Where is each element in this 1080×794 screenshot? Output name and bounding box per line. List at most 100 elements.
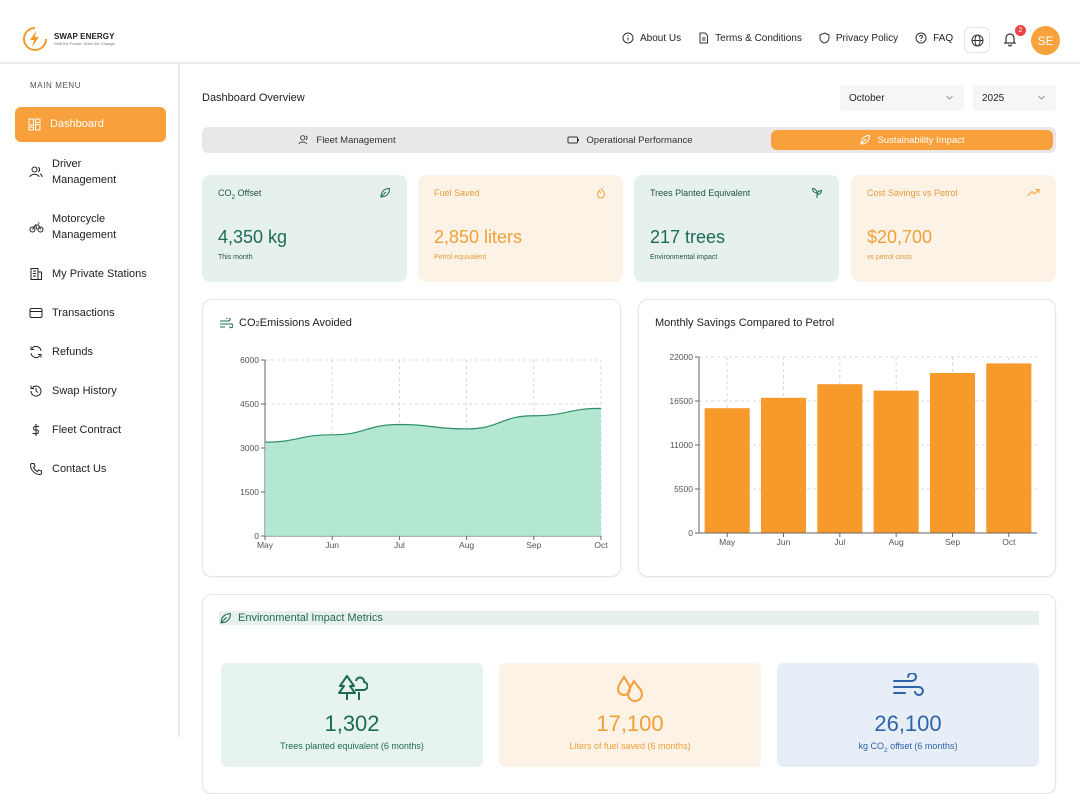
sidebar-item-transactions[interactable]: Transactions [15,304,166,320]
dashboard-tabs: Fleet Management Operational Performance… [202,127,1056,153]
x-tick-label: Sep [526,540,541,550]
sidebar-item-driver-management[interactable]: Driver Management [15,155,166,189]
help-icon [915,32,927,44]
sidebar-item-fleet-contract[interactable]: Fleet Contract [15,421,166,437]
y-tick-label: 22000 [669,352,693,362]
sidebar-item-label: Contact Us [52,461,106,477]
dollar-icon [29,423,43,437]
nav-about-us-label: About Us [640,33,681,44]
y-tick-label: 16500 [669,396,693,406]
tab-sustainability-impact[interactable]: Sustainability Impact [771,130,1053,150]
co2-area-chart: 01500300045006000MayJunJulAugSepOct [203,300,622,578]
stat-trees-planted: Trees Planted Equivalent 217 trees Envir… [634,175,839,282]
x-tick-label: Jul [394,540,405,550]
nav-privacy[interactable]: Privacy Policy [819,32,898,44]
shield-icon [819,32,830,44]
stat-label: CO2 Offset [218,188,261,201]
users-icon [298,134,310,146]
savings-bar-chart: 05500110001650022000MayJunJulAugSepOct [639,300,1057,578]
x-tick-label: Oct [1002,537,1016,547]
metric-label: Trees planted equivalent (6 months) [221,741,483,751]
y-tick-label: 11000 [670,440,693,450]
language-button[interactable] [964,27,990,53]
nav-privacy-label: Privacy Policy [836,33,898,44]
y-tick-label: 3000 [240,443,259,453]
avatar[interactable]: SE [1031,26,1060,55]
nav-terms[interactable]: Terms & Conditions [698,32,802,44]
tab-label: Fleet Management [316,135,395,146]
savings-bar [986,363,1031,533]
metric-value: 26,100 [777,711,1039,737]
page-title: Dashboard Overview [202,92,305,104]
stat-subtitle: This month [218,254,253,261]
logo-bolt-icon [22,26,48,52]
sidebar-item-label: Motorcycle Management [52,211,116,243]
x-tick-label: Aug [889,537,904,547]
year-select-value: 2025 [982,93,1004,104]
stat-label: Cost Savings vs Petrol [867,188,958,198]
phone-icon [29,462,43,476]
nav-faq[interactable]: FAQ [915,32,953,44]
sidebar-item-motorcycle-management[interactable]: Motorcycle Management [15,210,166,244]
sidebar-item-contact-us[interactable]: Contact Us [15,460,166,476]
notification-badge: 2 [1015,25,1026,36]
trees-icon [336,673,368,703]
history-icon [29,384,43,398]
savings-bar [930,373,975,533]
stat-value: 2,850 liters [434,227,522,248]
card-icon [29,307,43,319]
co2-offset-metric: 26,100 kg CO2 offset (6 months) [777,663,1039,767]
sidebar-item-dashboard[interactable]: Dashboard [15,107,166,142]
year-select[interactable]: 2025 [973,85,1056,111]
stat-value: $20,700 [867,227,932,248]
sidebar-item-swap-history[interactable]: Swap History [15,382,166,398]
x-tick-label: Aug [459,540,474,550]
savings-bar [874,391,919,533]
stat-label: Fuel Saved [434,188,480,198]
building-icon [29,267,43,281]
month-select[interactable]: October [840,85,964,111]
tab-operational-performance[interactable]: Operational Performance [492,130,768,150]
nav-terms-label: Terms & Conditions [715,33,802,44]
savings-bar [705,408,750,533]
month-select-value: October [849,93,885,104]
stat-value: 4,350 kg [218,227,287,248]
metric-label: kg CO2 offset (6 months) [777,741,1039,754]
metric-label: Liters of fuel saved (6 months) [499,741,761,751]
stat-value: 217 trees [650,227,725,248]
metric-value: 17,100 [499,711,761,737]
battery-icon [567,135,580,145]
metric-value: 1,302 [221,711,483,737]
x-tick-label: Jul [834,537,845,547]
x-tick-label: Oct [594,540,608,550]
top-nav: About Us Terms & Conditions Privacy Poli… [622,32,970,44]
leaf-icon [859,134,871,146]
chevron-down-icon [945,93,954,102]
leaf-icon [219,612,232,625]
stat-subtitle: Environmental impact [650,254,717,261]
tab-fleet-management[interactable]: Fleet Management [205,130,489,150]
y-tick-label: 6000 [240,355,259,365]
tab-label: Sustainability Impact [877,135,964,146]
x-tick-label: Jun [777,537,791,547]
users-icon [29,165,43,179]
sprout-icon [811,187,823,199]
sidebar-item-label: My Private Stations [52,266,147,282]
x-tick-label: Jun [325,540,339,550]
sidebar-item-my-private-stations[interactable]: My Private Stations [15,265,166,281]
environmental-impact-card: Environmental Impact Metrics 1,302 Trees… [202,594,1056,794]
main-menu-title: MAIN MENU [30,81,81,90]
x-tick-label: Sep [945,537,960,547]
sidebar-item-refunds[interactable]: Refunds [15,343,166,359]
sidebar-item-label: Transactions [52,305,115,321]
bike-icon [29,220,44,234]
brand-logo[interactable]: SWAP ENERGY Shift the Future. Drive the … [22,26,116,52]
sidebar-item-label: Refunds [52,344,93,360]
stat-label: Trees Planted Equivalent [650,188,750,198]
nav-about-us[interactable]: About Us [622,32,681,44]
y-tick-label: 1500 [240,487,259,497]
stat-co2-offset: CO2 Offset 4,350 kg This month [202,175,407,282]
flame-icon [595,187,607,199]
y-tick-label: 0 [688,528,693,538]
refresh-icon [29,345,43,359]
